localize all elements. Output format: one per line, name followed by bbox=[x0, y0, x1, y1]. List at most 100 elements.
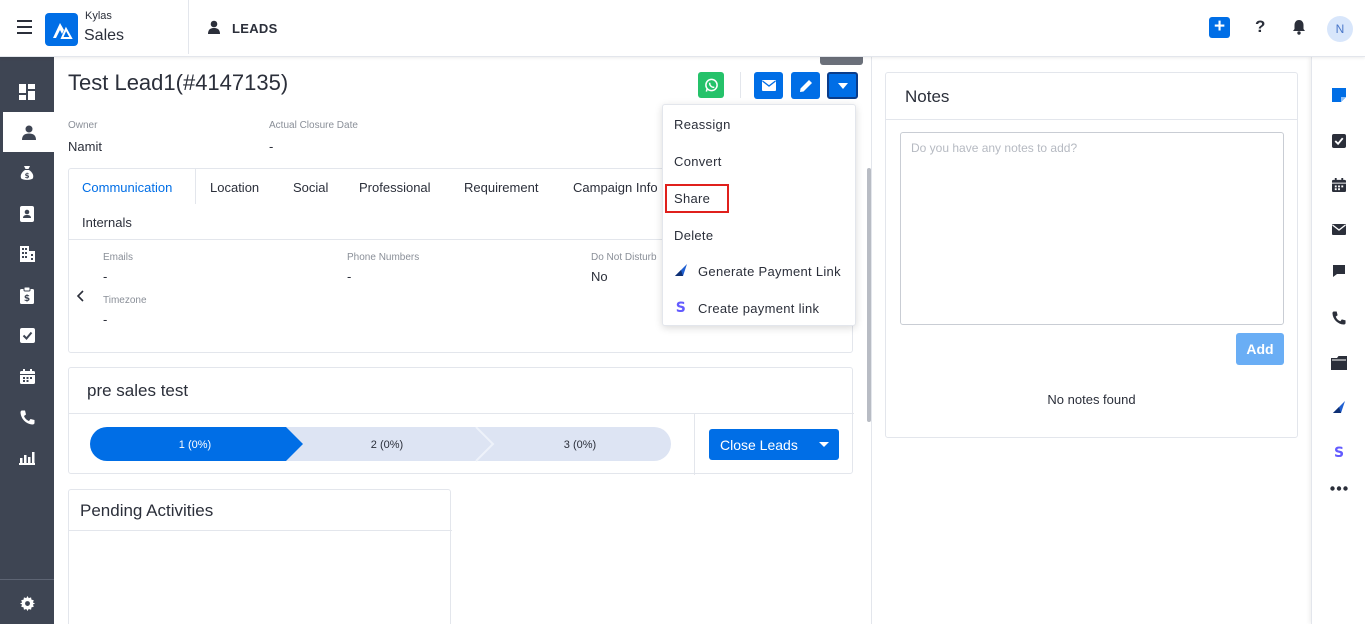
stripe-icon: S bbox=[1334, 445, 1344, 459]
chevron-left-icon[interactable] bbox=[76, 289, 84, 307]
rail-item-stripe[interactable]: S bbox=[1312, 440, 1365, 464]
sidebar-item-calls[interactable] bbox=[0, 397, 54, 437]
caret-down-icon[interactable] bbox=[819, 442, 829, 447]
phone-numbers-label: Phone Numbers bbox=[347, 252, 420, 263]
closure-date-label: Actual Closure Date bbox=[269, 120, 358, 131]
rail-item-payment-link[interactable] bbox=[1312, 395, 1365, 419]
close-leads-button[interactable]: Close Leads bbox=[709, 429, 839, 460]
pending-activities-card: Pending Activities bbox=[68, 489, 452, 624]
menu-item-generate-payment-link[interactable]: Generate Payment Link bbox=[663, 253, 855, 289]
left-sidebar: $ $ bbox=[0, 57, 54, 624]
divider bbox=[69, 530, 452, 531]
timezone-value: - bbox=[103, 312, 108, 327]
divider bbox=[69, 413, 854, 414]
pipeline-title: pre sales test bbox=[87, 381, 189, 400]
menu-icon[interactable] bbox=[17, 20, 32, 34]
sidebar-item-settings[interactable] bbox=[0, 583, 54, 623]
pencil-icon bbox=[799, 79, 812, 92]
sidebar-item-contacts[interactable] bbox=[0, 194, 54, 234]
tab-campaign-info[interactable]: Campaign Info bbox=[573, 180, 658, 195]
checkbox-icon bbox=[19, 327, 35, 343]
calendar-icon bbox=[19, 368, 35, 384]
rail-item-documents[interactable] bbox=[1312, 351, 1365, 375]
payment-link-icon bbox=[1333, 401, 1345, 413]
svg-text:$: $ bbox=[24, 294, 30, 304]
checkbox-icon bbox=[1332, 134, 1346, 148]
divider bbox=[740, 72, 741, 98]
pipeline-stage-2-label: 2 (0%) bbox=[371, 439, 403, 451]
money-bag-icon: $ bbox=[20, 166, 34, 180]
tab-requirement[interactable]: Requirement bbox=[464, 180, 538, 195]
svg-text:S: S bbox=[1334, 445, 1344, 459]
rail-item-tasks[interactable] bbox=[1312, 129, 1365, 153]
user-icon bbox=[21, 125, 36, 140]
rail-item-email[interactable] bbox=[1312, 217, 1365, 241]
menu-item-label: Reassign bbox=[674, 117, 731, 132]
sidebar-item-calendar[interactable] bbox=[0, 356, 54, 396]
do-not-disturb-label: Do Not Disturb bbox=[591, 252, 657, 263]
add-note-button[interactable]: Add bbox=[1236, 333, 1284, 365]
more-actions-button[interactable] bbox=[827, 72, 858, 99]
whatsapp-button[interactable] bbox=[698, 72, 724, 98]
phone-icon bbox=[20, 410, 34, 424]
payment-link-icon bbox=[674, 263, 688, 280]
pipeline-card: pre sales test 1 (0%) 2 (0%) 3 (0%) Clos… bbox=[68, 367, 854, 475]
sidebar-item-leads[interactable] bbox=[0, 112, 54, 152]
owner-value: Namit bbox=[68, 139, 102, 154]
more-dots-icon bbox=[1330, 485, 1348, 491]
svg-text:$: $ bbox=[25, 172, 30, 180]
notes-panel: Notes Add No notes found bbox=[885, 72, 1298, 438]
page-title: Test Lead1(#4147135) bbox=[68, 70, 289, 95]
share-highlight bbox=[665, 184, 729, 213]
right-rail: S bbox=[1311, 57, 1365, 624]
pipeline-stages: 1 (0%) 2 (0%) 3 (0%) bbox=[90, 427, 671, 462]
kylas-logo-icon[interactable] bbox=[45, 13, 78, 46]
divider bbox=[694, 414, 695, 475]
owner-label: Owner bbox=[68, 120, 98, 131]
edit-button[interactable] bbox=[791, 72, 820, 99]
rail-item-more[interactable] bbox=[1312, 476, 1365, 500]
sidebar-item-quotes[interactable]: $ bbox=[0, 275, 54, 315]
help-icon[interactable]: ? bbox=[1255, 17, 1265, 37]
notes-title: Notes bbox=[905, 87, 950, 106]
notification-bell-icon[interactable] bbox=[1292, 19, 1306, 40]
rail-item-notes[interactable] bbox=[1312, 83, 1365, 107]
divider bbox=[886, 119, 1297, 120]
sidebar-item-companies[interactable] bbox=[0, 234, 54, 274]
menu-item-delete[interactable]: Delete bbox=[663, 217, 855, 253]
avatar[interactable]: N bbox=[1327, 16, 1353, 42]
email-button[interactable] bbox=[754, 72, 783, 99]
tab-professional[interactable]: Professional bbox=[359, 180, 431, 195]
timezone-label: Timezone bbox=[103, 295, 147, 306]
svg-text:S: S bbox=[676, 300, 686, 314]
tab-social[interactable]: Social bbox=[293, 180, 328, 195]
pending-activities-title: Pending Activities bbox=[80, 501, 214, 520]
chat-icon bbox=[1333, 265, 1345, 277]
divider bbox=[195, 169, 196, 204]
contact-card-icon bbox=[20, 206, 34, 222]
sidebar-item-deals[interactable]: $ bbox=[0, 153, 54, 193]
folder-icon bbox=[1331, 356, 1347, 370]
tab-location[interactable]: Location bbox=[210, 180, 259, 195]
menu-item-create-payment-link[interactable]: S Create payment link bbox=[663, 290, 855, 326]
divider bbox=[0, 579, 54, 580]
top-bar: Kylas Sales LEADS + ? N bbox=[0, 0, 1365, 57]
rail-item-calls[interactable] bbox=[1312, 306, 1365, 330]
rail-item-calendar[interactable] bbox=[1312, 173, 1365, 197]
rail-item-chat[interactable] bbox=[1312, 259, 1365, 283]
divider bbox=[871, 57, 872, 624]
mail-icon bbox=[761, 80, 776, 91]
notes-input[interactable] bbox=[900, 132, 1284, 325]
sidebar-item-reports[interactable] bbox=[0, 437, 54, 477]
sidebar-item-tasks[interactable] bbox=[0, 315, 54, 355]
sidebar-item-dashboard[interactable] bbox=[0, 72, 54, 112]
quick-add-button[interactable]: + bbox=[1209, 17, 1230, 38]
menu-item-reassign[interactable]: Reassign bbox=[663, 106, 855, 142]
menu-item-convert[interactable]: Convert bbox=[663, 143, 855, 179]
menu-item-label: Create payment link bbox=[698, 301, 820, 316]
do-not-disturb-value: No bbox=[591, 269, 608, 284]
tab-communication[interactable]: Communication bbox=[82, 180, 172, 195]
more-actions-menu: Reassign Convert Share Delete Generate P… bbox=[662, 104, 856, 326]
closure-date-value: - bbox=[269, 139, 274, 154]
tab-internals[interactable]: Internals bbox=[82, 215, 132, 230]
